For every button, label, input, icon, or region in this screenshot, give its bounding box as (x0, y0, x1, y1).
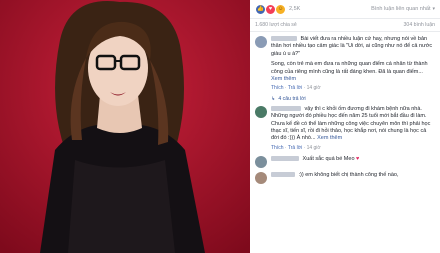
avatar[interactable] (255, 172, 267, 185)
see-more-link[interactable]: Xem thêm (317, 135, 342, 141)
commenter-name-blurred[interactable] (271, 105, 301, 111)
like-link[interactable]: Thích (271, 85, 284, 91)
comment-actions: Thích · Trả lời · 14 giờ (271, 144, 321, 151)
commenter-name-blurred[interactable] (271, 172, 295, 178)
share-count[interactable]: 1.680 lượt chia sẻ (255, 22, 297, 28)
reply-link[interactable]: Trả lời (288, 85, 302, 91)
comment-text: Xuất sắc quá bé Meo (302, 156, 355, 163)
comment-time[interactable]: 14 giờ (307, 85, 321, 91)
sort-label: Bình luận liên quan nhất (371, 6, 431, 12)
heart-emoji-icon: ♥ (356, 156, 360, 163)
comment-count: 304 bình luận (403, 22, 435, 28)
reply-arrow-icon: ↳ (271, 95, 276, 102)
avatar[interactable] (255, 36, 267, 48)
comment-text-continued: Song, còn trẻ mà em đưa ra những quan đi… (271, 61, 428, 75)
commenter-name-blurred[interactable] (271, 36, 297, 42)
comments-panel: 👍 ♥ ☺ 2,5K Bình luận liên quan nhất ▾ 1.… (250, 0, 440, 253)
comment-time[interactable]: 14 giờ (307, 145, 321, 151)
haha-icon: ☺ (275, 3, 286, 15)
comment-text: vậy thì c khỏi ốm đương đi khám bệnh nữa… (271, 105, 431, 142)
comment-item: vậy thì c khỏi ốm đương đi khám bệnh nữa… (250, 102, 440, 152)
shares-bar: 1.680 lượt chia sẻ 304 bình luận (250, 19, 440, 32)
comment-text: :)) em không biết chị thành công thế nào… (298, 172, 399, 179)
comment-item: Bài viết đưa ra nhiều luận cứ hay, nhưng… (250, 32, 440, 93)
reply-link[interactable]: Trả lời (288, 145, 302, 151)
chevron-down-icon: ▾ (432, 6, 435, 12)
commenter-name-blurred[interactable] (271, 156, 299, 162)
like-link[interactable]: Thích (271, 145, 284, 151)
see-more-link[interactable]: Xem thêm (271, 76, 296, 82)
reaction-icons[interactable]: 👍 ♥ ☺ 2,5K (255, 3, 300, 15)
post-photo[interactable] (0, 0, 250, 253)
reaction-count[interactable]: 2,5K (289, 6, 300, 12)
reaction-bar: 👍 ♥ ☺ 2,5K Bình luận liên quan nhất ▾ (250, 0, 440, 19)
comment-item: :)) em không biết chị thành công thế nào… (250, 168, 440, 185)
avatar[interactable] (255, 156, 267, 169)
comment-item: Xuất sắc quá bé Meo ♥ (250, 152, 440, 169)
comment-actions: Thích · Trả lời · 14 giờ (271, 85, 321, 92)
comment-sort-dropdown[interactable]: Bình luận liên quan nhất ▾ (371, 6, 435, 12)
avatar[interactable] (255, 105, 267, 118)
portrait-illustration (0, 0, 250, 253)
